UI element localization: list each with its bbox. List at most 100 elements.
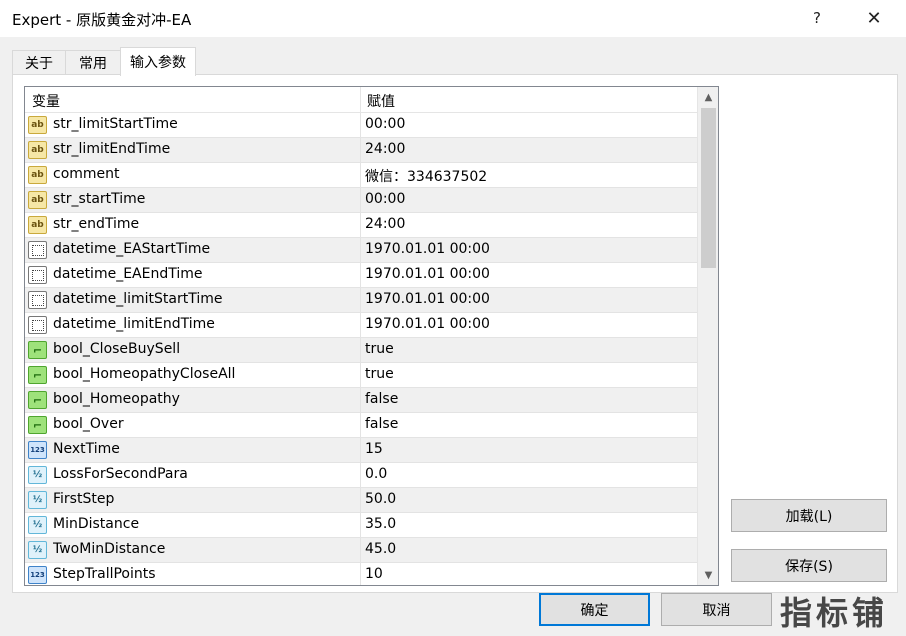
- string-type-icon: ab: [28, 191, 47, 209]
- table-row[interactable]: 123 StepTrallPoints 10: [25, 563, 697, 585]
- cell-divider: [360, 438, 361, 463]
- column-header-variable[interactable]: 变量: [32, 91, 60, 111]
- list-header: 变量 赋值: [25, 87, 697, 113]
- parameter-value[interactable]: 35.0: [365, 516, 695, 532]
- parameter-value[interactable]: 24:00: [365, 216, 695, 232]
- integer-type-icon: 123: [28, 566, 47, 584]
- parameter-name: str_limitStartTime: [53, 116, 178, 132]
- parameter-value[interactable]: true: [365, 366, 695, 382]
- datetime-type-icon: [28, 266, 47, 284]
- parameter-value[interactable]: false: [365, 416, 695, 432]
- string-type-icon: ab: [28, 166, 47, 184]
- vertical-scrollbar[interactable]: ▲ ▼: [697, 87, 718, 585]
- cell-divider: [360, 538, 361, 563]
- double-type-icon: ½: [28, 516, 47, 534]
- double-type-icon: ½: [28, 466, 47, 484]
- parameter-name: bool_Over: [53, 416, 124, 432]
- cell-divider: [360, 563, 361, 585]
- cell-divider: [360, 388, 361, 413]
- table-row[interactable]: ½ TwoMinDistance 45.0: [25, 538, 697, 563]
- bool-type-icon: ⌐: [28, 341, 47, 359]
- parameter-name: str_startTime: [53, 191, 146, 207]
- parameter-name: datetime_EAStartTime: [53, 241, 211, 257]
- tab-common[interactable]: 常用: [65, 50, 121, 75]
- parameter-name: bool_Homeopathy: [53, 391, 180, 407]
- cell-divider: [360, 213, 361, 238]
- close-button[interactable]: ✕: [858, 3, 890, 33]
- table-row[interactable]: ab str_limitStartTime 00:00: [25, 113, 697, 138]
- cell-divider: [360, 363, 361, 388]
- datetime-type-icon: [28, 291, 47, 309]
- parameter-value[interactable]: 50.0: [365, 491, 695, 507]
- column-header-value[interactable]: 赋值: [367, 91, 395, 111]
- table-row[interactable]: datetime_limitEndTime 1970.01.01 00:00: [25, 313, 697, 338]
- parameter-name: comment: [53, 166, 120, 182]
- parameter-value[interactable]: 10: [365, 566, 695, 582]
- table-row[interactable]: ab str_limitEndTime 24:00: [25, 138, 697, 163]
- parameter-name: StepTrallPoints: [53, 566, 156, 582]
- parameter-value[interactable]: 1970.01.01 00:00: [365, 241, 695, 257]
- scroll-up-icon[interactable]: ▲: [698, 87, 718, 107]
- cell-divider: [360, 488, 361, 513]
- table-row[interactable]: ⌐ bool_Over false: [25, 413, 697, 438]
- table-row[interactable]: 123 NextTime 15: [25, 438, 697, 463]
- parameter-value[interactable]: 00:00: [365, 116, 695, 132]
- cell-divider: [360, 113, 361, 138]
- bool-type-icon: ⌐: [28, 391, 47, 409]
- parameter-name: NextTime: [53, 441, 120, 457]
- table-row[interactable]: ½ LossForSecondPara 0.0: [25, 463, 697, 488]
- datetime-type-icon: [28, 316, 47, 334]
- parameter-value[interactable]: 微信：334637502: [365, 166, 695, 186]
- parameter-value[interactable]: 00:00: [365, 191, 695, 207]
- table-row[interactable]: ⌐ bool_HomeopathyCloseAll true: [25, 363, 697, 388]
- double-type-icon: ½: [28, 541, 47, 559]
- cell-divider: [360, 163, 361, 188]
- parameter-value[interactable]: 1970.01.01 00:00: [365, 266, 695, 282]
- table-row[interactable]: datetime_limitStartTime 1970.01.01 00:00: [25, 288, 697, 313]
- table-row[interactable]: ½ MinDistance 35.0: [25, 513, 697, 538]
- cell-divider: [360, 188, 361, 213]
- cell-divider: [360, 313, 361, 338]
- table-row[interactable]: ab str_startTime 00:00: [25, 188, 697, 213]
- parameter-value[interactable]: 1970.01.01 00:00: [365, 291, 695, 307]
- tab-inputs[interactable]: 输入参数: [120, 47, 196, 76]
- string-type-icon: ab: [28, 116, 47, 134]
- datetime-type-icon: [28, 241, 47, 259]
- help-button[interactable]: ?: [803, 3, 831, 33]
- table-row[interactable]: ⌐ bool_CloseBuySell true: [25, 338, 697, 363]
- cell-divider: [360, 288, 361, 313]
- parameter-name: datetime_EAEndTime: [53, 266, 203, 282]
- bool-type-icon: ⌐: [28, 366, 47, 384]
- parameter-value[interactable]: 24:00: [365, 141, 695, 157]
- tab-about[interactable]: 关于: [12, 50, 66, 75]
- parameter-name: LossForSecondPara: [53, 466, 188, 482]
- scroll-down-icon[interactable]: ▼: [698, 565, 718, 585]
- parameter-value[interactable]: false: [365, 391, 695, 407]
- string-type-icon: ab: [28, 216, 47, 234]
- ok-button[interactable]: 确定: [539, 593, 650, 626]
- parameter-value[interactable]: 1970.01.01 00:00: [365, 316, 695, 332]
- table-row[interactable]: datetime_EAEndTime 1970.01.01 00:00: [25, 263, 697, 288]
- table-row[interactable]: ab comment 微信：334637502: [25, 163, 697, 188]
- window-title: Expert - 原版黄金对冲-EA: [12, 11, 192, 29]
- parameters-list[interactable]: 变量 赋值 ab str_limitStartTime 00:00 ab str_lim…: [24, 86, 719, 586]
- parameter-value[interactable]: 15: [365, 441, 695, 457]
- watermark-text: 指标铺: [780, 594, 889, 632]
- table-row[interactable]: ⌐ bool_Homeopathy false: [25, 388, 697, 413]
- cancel-button[interactable]: 取消: [661, 593, 772, 626]
- save-button[interactable]: 保存(S): [731, 549, 887, 582]
- table-row[interactable]: ab str_endTime 24:00: [25, 213, 697, 238]
- parameter-value[interactable]: 0.0: [365, 466, 695, 482]
- bool-type-icon: ⌐: [28, 416, 47, 434]
- column-divider[interactable]: [360, 87, 361, 113]
- parameter-value[interactable]: true: [365, 341, 695, 357]
- scroll-thumb[interactable]: [701, 108, 716, 268]
- table-row[interactable]: ½ FirstStep 50.0: [25, 488, 697, 513]
- parameter-value[interactable]: 45.0: [365, 541, 695, 557]
- load-button[interactable]: 加载(L): [731, 499, 887, 532]
- parameter-name: datetime_limitEndTime: [53, 316, 215, 332]
- parameter-name: str_limitEndTime: [53, 141, 171, 157]
- table-row[interactable]: datetime_EAStartTime 1970.01.01 00:00: [25, 238, 697, 263]
- parameter-name: bool_CloseBuySell: [53, 341, 181, 357]
- double-type-icon: ½: [28, 491, 47, 509]
